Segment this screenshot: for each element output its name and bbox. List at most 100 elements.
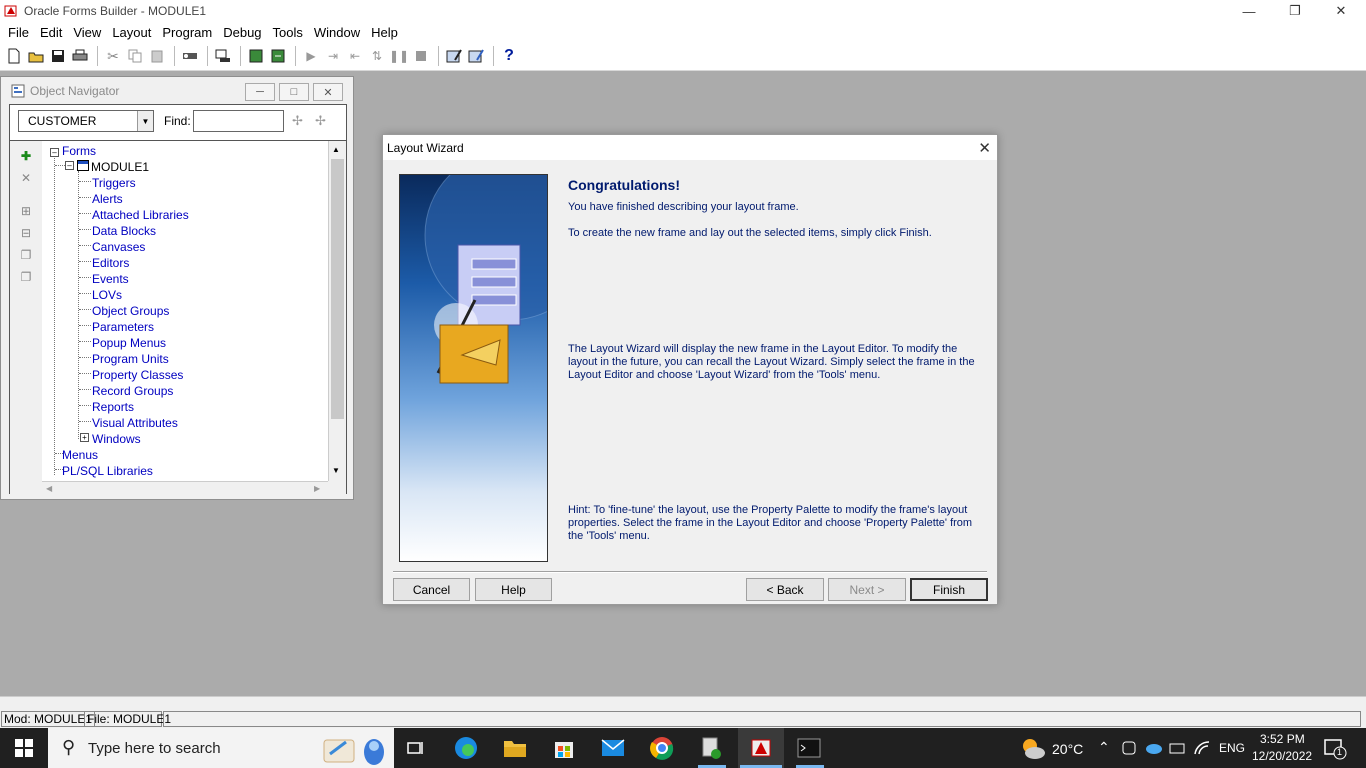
network-icon[interactable] [1169, 741, 1187, 755]
chevron-up-icon[interactable]: ⌃ [1098, 739, 1110, 756]
finish-button[interactable]: Finish [910, 578, 988, 601]
compile-icon[interactable] [213, 46, 233, 66]
step-over-icon[interactable]: ⇤ [345, 46, 365, 66]
windows-start-icon[interactable] [10, 734, 38, 762]
horizontal-scrollbar[interactable]: ◀ ▶ [42, 481, 328, 497]
layout-wizard-icon[interactable] [466, 46, 486, 66]
tree-node-object-groups[interactable]: Object Groups [92, 304, 169, 318]
menu-help[interactable]: Help [365, 25, 403, 40]
back-button[interactable]: < Back [746, 578, 824, 601]
store-icon[interactable] [550, 734, 578, 762]
run-form-icon[interactable] [246, 46, 266, 66]
copy-icon[interactable] [125, 46, 145, 66]
step-out-icon[interactable]: ⇅ [367, 46, 387, 66]
scroll-thumb[interactable] [331, 159, 344, 419]
tree-node-visual-attributes[interactable]: Visual Attributes [92, 416, 178, 430]
clock-date[interactable]: 12/20/2022 [1252, 749, 1312, 763]
navigator-maximize-icon[interactable]: □ [279, 83, 309, 101]
menu-layout[interactable]: Layout [106, 25, 156, 40]
scroll-down-icon[interactable]: ▼ [332, 466, 340, 475]
tree-node-windows[interactable]: Windows [92, 432, 141, 446]
oracle-forms-task[interactable] [738, 728, 784, 768]
task-view-icon[interactable] [402, 734, 430, 762]
database-app-icon[interactable] [697, 734, 725, 762]
menu-window[interactable]: Window [308, 25, 365, 40]
edge-icon[interactable] [452, 734, 480, 762]
pause-icon[interactable]: ❚❚ [389, 46, 409, 66]
search-box[interactable]: ⚲ Type here to search [48, 728, 394, 768]
stop-icon[interactable] [411, 46, 431, 66]
cut-icon[interactable]: ✂ [103, 46, 123, 66]
help-icon[interactable]: ? [499, 46, 519, 66]
paste-icon[interactable] [147, 46, 167, 66]
dialog-close-icon[interactable]: ✕ [978, 139, 991, 157]
chevron-down-icon[interactable]: ▼ [137, 111, 153, 131]
tree-node-editors[interactable]: Editors [92, 256, 129, 270]
vertical-scrollbar[interactable]: ▲ ▼ [328, 141, 345, 481]
minimize-icon[interactable]: — [1226, 0, 1272, 22]
tree-node-lovs[interactable]: LOVs [92, 288, 122, 302]
scroll-left-icon[interactable]: ◀ [46, 484, 52, 493]
delete-icon[interactable]: ✕ [18, 170, 34, 186]
tree-node-popup-menus[interactable]: Popup Menus [92, 336, 166, 350]
notification-icon[interactable] [1323, 738, 1347, 760]
cancel-button[interactable]: Cancel [393, 578, 470, 601]
wizard-icon[interactable] [444, 46, 464, 66]
collapse-forms-icon[interactable]: – [50, 148, 59, 157]
collapse-module-icon[interactable]: – [65, 161, 74, 170]
file-explorer-icon[interactable] [501, 734, 529, 762]
step-into-icon[interactable]: ⇥ [323, 46, 343, 66]
run-debug-icon[interactable] [268, 46, 288, 66]
expand-all-icon[interactable]: ❐ [18, 247, 34, 263]
next-button[interactable]: Next > [828, 578, 906, 601]
tree-node-attached-libraries[interactable]: Attached Libraries [92, 208, 189, 222]
weather-temp[interactable]: 20°C [1052, 741, 1083, 757]
terminal-icon[interactable] [795, 734, 823, 762]
onedrive-icon[interactable] [1144, 742, 1162, 754]
mail-icon[interactable] [599, 734, 627, 762]
navigator-close-icon[interactable]: ✕ [313, 83, 343, 101]
connect-icon[interactable] [180, 46, 200, 66]
scroll-right-icon[interactable]: ▶ [314, 484, 320, 493]
scroll-up-icon[interactable]: ▲ [332, 145, 340, 154]
tree-node-forms[interactable]: Forms [62, 144, 96, 158]
expand-icon[interactable]: ⊞ [18, 203, 34, 219]
clock-time[interactable]: 3:52 PM [1260, 732, 1305, 746]
navigator-minimize-icon[interactable]: ─ [245, 83, 275, 101]
create-icon[interactable]: ✚ [18, 148, 34, 164]
find-prev-icon[interactable]: ✢ [292, 113, 303, 129]
restore-icon[interactable]: ❐ [1272, 0, 1318, 22]
close-icon[interactable]: ✕ [1318, 0, 1364, 22]
print-icon[interactable] [70, 46, 90, 66]
tree-node-program-units[interactable]: Program Units [92, 352, 169, 366]
tree-node-data-blocks[interactable]: Data Blocks [92, 224, 156, 238]
menu-edit[interactable]: Edit [34, 25, 67, 40]
open-icon[interactable] [26, 46, 46, 66]
language-indicator[interactable]: ENG [1219, 741, 1245, 755]
menu-file[interactable]: File [2, 25, 34, 40]
save-icon[interactable] [48, 46, 68, 66]
menu-view[interactable]: View [67, 25, 106, 40]
find-next-icon[interactable]: ✢ [315, 113, 326, 129]
module-combo[interactable]: CUSTOMER ▼ [18, 110, 154, 132]
device-icon[interactable] [1121, 741, 1137, 755]
menu-tools[interactable]: Tools [267, 25, 308, 40]
tree-node-alerts[interactable]: Alerts [92, 192, 123, 206]
menu-debug[interactable]: Debug [217, 25, 266, 40]
collapse-icon[interactable]: ⊟ [18, 225, 34, 241]
tree-node-record-groups[interactable]: Record Groups [92, 384, 173, 398]
menu-program[interactable]: Program [156, 25, 217, 40]
tree-node-reports[interactable]: Reports [92, 400, 134, 414]
tree-node-menus[interactable]: Menus [62, 448, 98, 462]
tree-node-triggers[interactable]: Triggers [92, 176, 136, 190]
tree-node-plsql-libraries[interactable]: PL/SQL Libraries [62, 464, 153, 478]
tree-node-parameters[interactable]: Parameters [92, 320, 154, 334]
wifi-icon[interactable] [1193, 740, 1211, 756]
step-icon[interactable]: ▶ [301, 46, 321, 66]
find-input[interactable] [193, 110, 284, 132]
help-button[interactable]: Help [475, 578, 552, 601]
tree-node-events[interactable]: Events [92, 272, 129, 286]
tree-node-module[interactable]: MODULE1 [91, 160, 149, 174]
collapse-all-icon[interactable]: ❐ [18, 269, 34, 285]
tree-node-canvases[interactable]: Canvases [92, 240, 145, 254]
